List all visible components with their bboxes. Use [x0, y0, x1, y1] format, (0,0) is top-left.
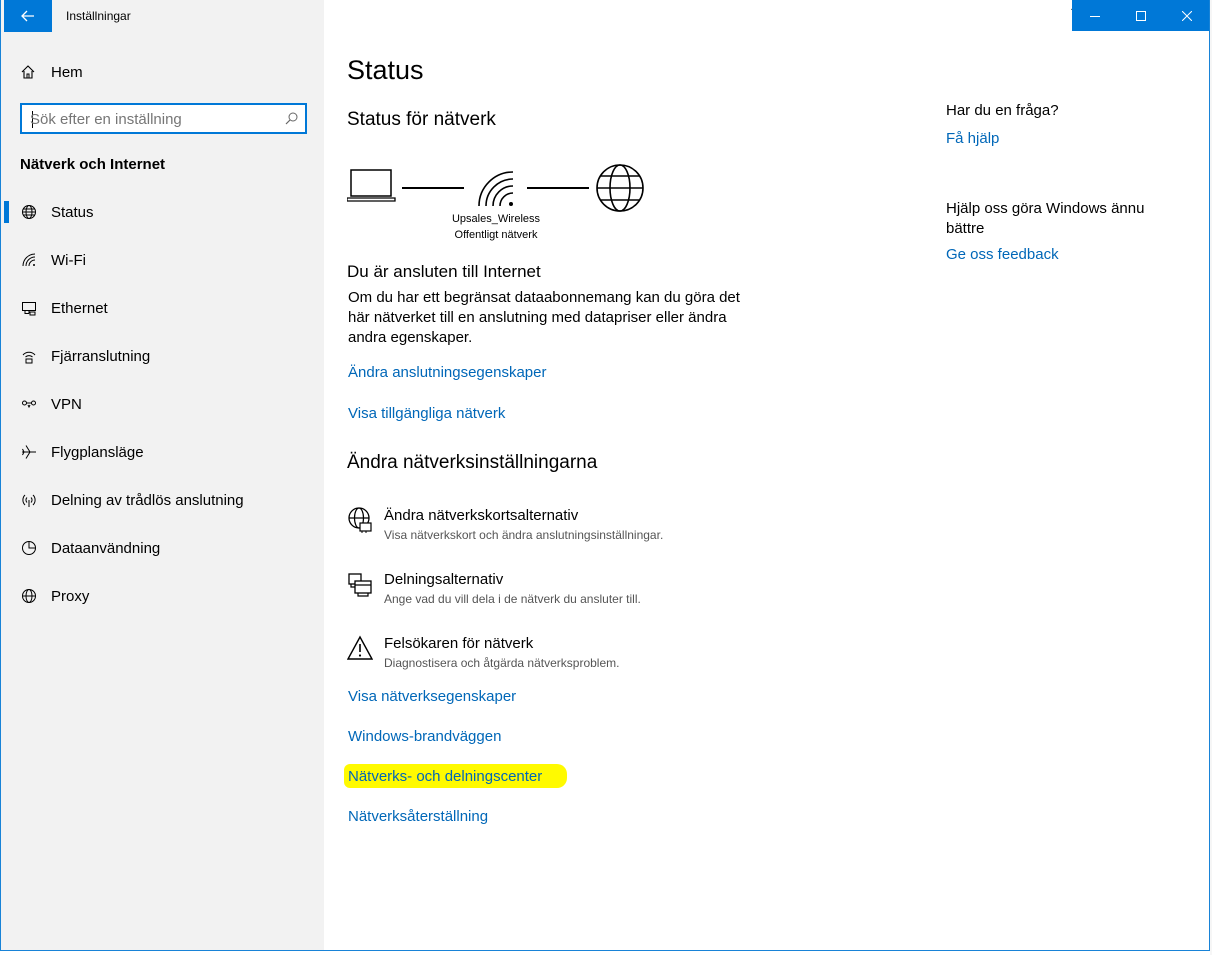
airplane-icon	[20, 443, 38, 461]
sidebar-item-data-usage[interactable]: Dataanvändning	[1, 524, 324, 572]
show-available-networks-link[interactable]: Visa tillgängliga nätverk	[348, 405, 505, 422]
adapter-options-item[interactable]: Ändra nätverkskortsalternativ Visa nätve…	[347, 507, 867, 551]
home-label: Hem	[51, 63, 83, 81]
settings-window: Inställningar Hem Nätverk och Internet S…	[0, 0, 1210, 951]
sidebar-item-proxy[interactable]: Proxy	[1, 572, 324, 620]
wifi-icon	[20, 251, 38, 269]
sidebar-item-label: Status	[51, 203, 94, 221]
back-arrow-icon	[21, 10, 34, 22]
network-type: Offentligt nätverk	[454, 229, 538, 241]
globe-internet-icon	[596, 164, 644, 212]
sidebar: Inställningar Hem Nätverk och Internet S…	[1, 0, 324, 950]
main-content: Status Status för nätverk Upsales_Wirele…	[324, 0, 1209, 950]
sidebar-item-label: Flygplansläge	[51, 443, 144, 461]
sidebar-item-label: Ethernet	[51, 299, 108, 317]
change-settings-heading: Ändra nätverksinställningarna	[347, 452, 598, 473]
adapter-icon	[348, 507, 372, 533]
home-link[interactable]: Hem	[20, 61, 83, 83]
search-box[interactable]	[20, 103, 307, 134]
network-properties-link[interactable]: Visa nätverksegenskaper	[348, 688, 516, 705]
app-title: Inställningar	[66, 9, 131, 23]
sidebar-item-status[interactable]: Status	[1, 188, 324, 236]
network-status-heading: Status för nätverk	[347, 109, 496, 130]
sidebar-item-label: Wi-Fi	[51, 251, 86, 269]
sharing-options-item[interactable]: Delningsalternativ Ange vad du vill dela…	[347, 571, 867, 615]
option-description: Visa nätverkskort och ändra anslutningsi…	[384, 528, 664, 542]
option-title: Delningsalternativ	[384, 571, 504, 588]
sidebar-item-ethernet[interactable]: Ethernet	[1, 284, 324, 332]
sidebar-item-wifi[interactable]: Wi-Fi	[1, 236, 324, 284]
section-title: Nätverk och Internet	[20, 156, 166, 173]
connected-description: Om du har ett begränsat dataabonnemang k…	[348, 289, 740, 346]
sidebar-item-label: Delning av trådlös anslutning	[51, 491, 244, 509]
troubleshooter-item[interactable]: Felsökaren för nätverk Diagnostisera och…	[347, 635, 867, 679]
globe-status-icon	[20, 203, 38, 221]
option-title: Ändra nätverkskortsalternativ	[384, 507, 579, 524]
sharing-icon	[348, 573, 372, 597]
laptop-icon	[347, 169, 396, 202]
dialup-icon	[20, 347, 38, 365]
windows-firewall-link[interactable]: Windows-brandväggen	[348, 728, 501, 745]
question-heading: Har du en fråga?	[946, 102, 1059, 119]
feedback-heading: Hjälp oss göra Windows ännu bättre	[946, 200, 1145, 237]
back-button[interactable]	[4, 0, 52, 32]
sidebar-item-hotspot[interactable]: Delning av trådlös anslutning	[1, 476, 324, 524]
change-connection-properties-link[interactable]: Ändra anslutningsegenskaper	[348, 364, 546, 381]
sidebar-item-label: VPN	[51, 395, 82, 413]
wifi-signal-icon	[478, 171, 514, 207]
sidebar-item-label: Fjärranslutning	[51, 347, 151, 365]
page-title: Status	[347, 55, 424, 85]
sidebar-item-dialup[interactable]: Fjärranslutning	[1, 332, 324, 380]
vpn-icon	[20, 395, 38, 413]
connection-line	[402, 187, 464, 189]
option-title: Felsökaren för nätverk	[384, 635, 534, 652]
connection-line	[527, 187, 589, 189]
warning-icon	[347, 635, 373, 660]
nav-list: Status Wi-Fi Ethernet Fjärranslutning VP…	[1, 188, 324, 620]
get-help-link[interactable]: Få hjälp	[946, 130, 1176, 147]
option-description: Diagnostisera och åtgärda nätverksproble…	[384, 656, 620, 670]
search-input[interactable]	[30, 109, 270, 129]
sidebar-item-airplane[interactable]: Flygplansläge	[1, 428, 324, 476]
globe-icon	[20, 587, 38, 605]
network-name: Upsales_Wireless	[451, 213, 541, 225]
feedback-link[interactable]: Ge oss feedback	[946, 246, 1176, 263]
sidebar-item-vpn[interactable]: VPN	[1, 380, 324, 428]
home-icon	[20, 64, 36, 80]
sidebar-item-label: Dataanvändning	[51, 539, 161, 557]
hotspot-icon	[20, 491, 38, 509]
ethernet-icon	[20, 299, 38, 317]
option-description: Ange vad du vill dela i de nätverk du an…	[384, 592, 641, 606]
sidebar-item-label: Proxy	[51, 587, 90, 605]
search-icon[interactable]	[285, 112, 298, 130]
data-usage-icon	[20, 539, 38, 557]
network-sharing-center-link[interactable]: Nätverks- och delningscenter	[348, 768, 542, 785]
network-reset-link[interactable]: Nätverksåterställning	[348, 808, 488, 825]
connected-heading: Du är ansluten till Internet	[347, 262, 541, 281]
